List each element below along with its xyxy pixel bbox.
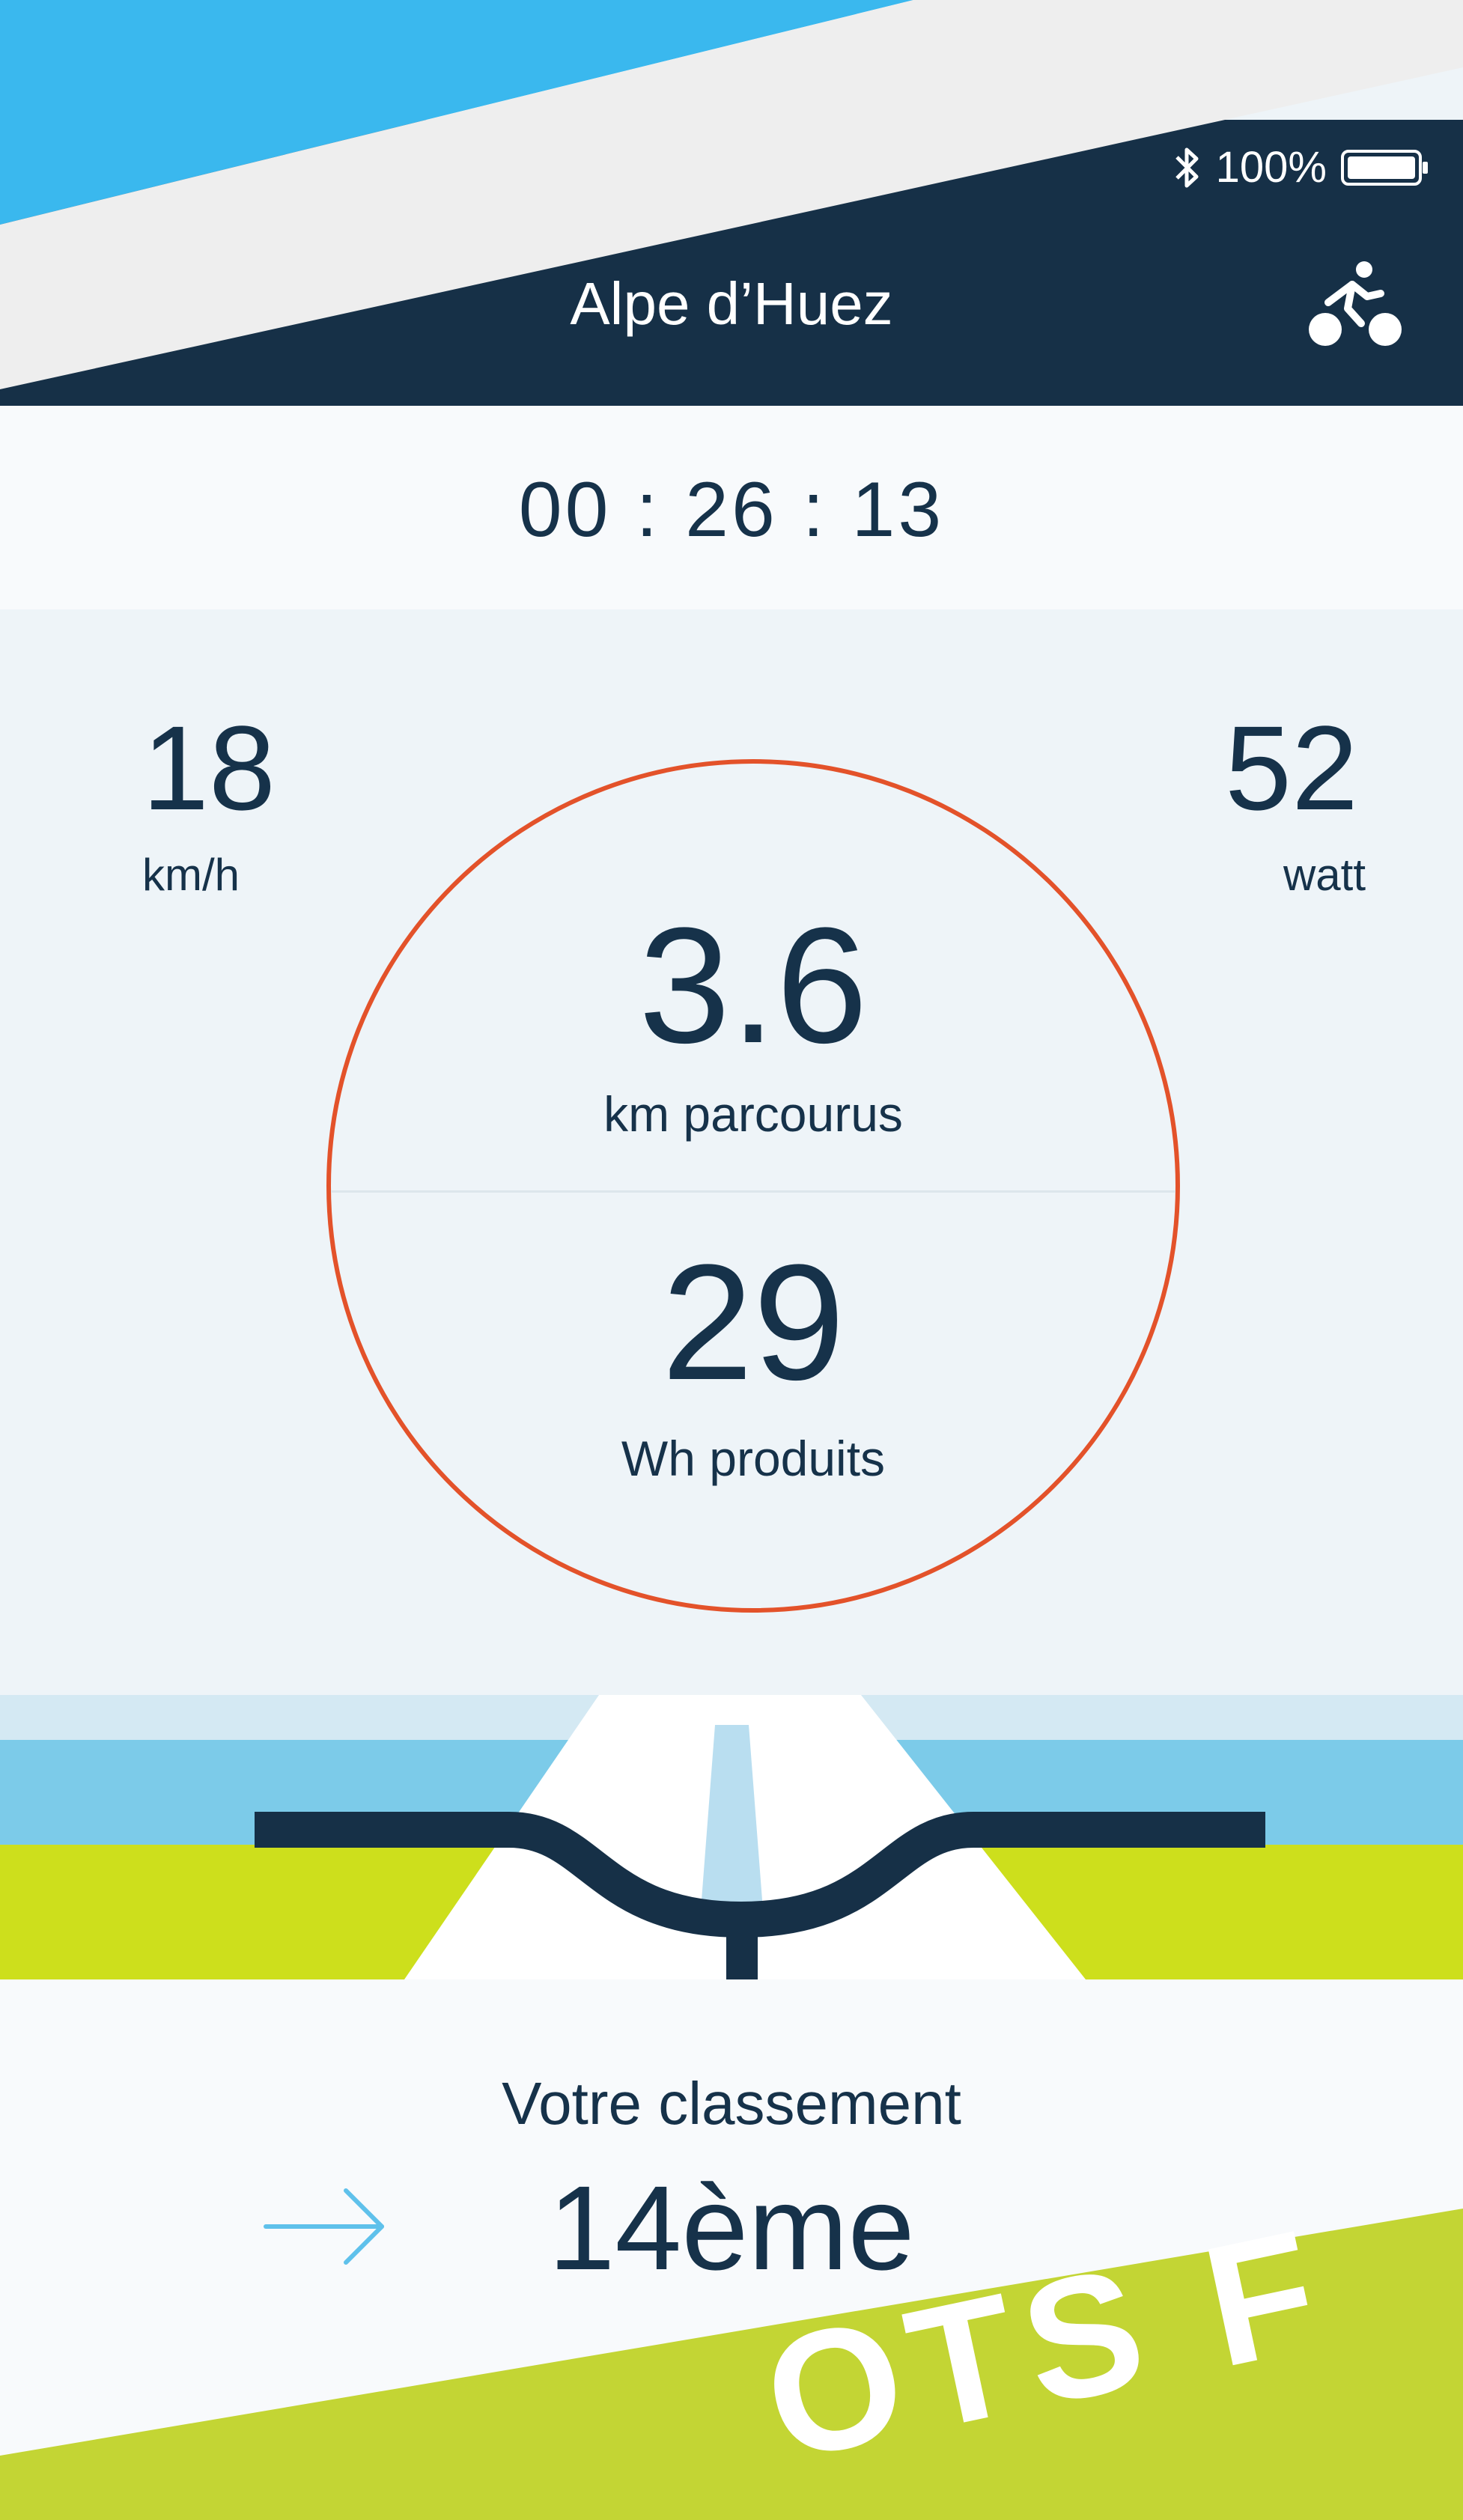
cyclist-icon[interactable]: [1306, 255, 1403, 352]
nav-bar: Alpe d’Huez: [0, 210, 1463, 406]
energy-value: 29: [661, 1230, 845, 1414]
stats-gauge: 3.6 km parcourus 29 Wh produits: [326, 759, 1180, 1613]
status-indicators: 100%: [1172, 142, 1430, 192]
bluetooth-icon: [1175, 147, 1199, 187]
page-title: Alpe d’Huez: [570, 270, 893, 337]
timer-band: 00 : 26 : 13: [0, 406, 1463, 612]
battery-percent: 100%: [1215, 143, 1327, 192]
distance-unit: km parcourus: [603, 1086, 903, 1142]
elapsed-timer: 00 : 26 : 13: [518, 466, 945, 553]
ranking-label: Votre classement: [502, 2070, 961, 2137]
distance-value: 3.6: [639, 893, 868, 1077]
power-value: 52: [1225, 701, 1358, 835]
metrics-panel: 18 km/h 52 watt 3.6 km parcourus 29 Wh p…: [0, 609, 1463, 1695]
speed-unit: km/h: [142, 850, 240, 900]
status-time: AM: [674, 146, 737, 191]
gauge-divider: [331, 1190, 1175, 1193]
power-unit: watt: [1283, 850, 1366, 900]
energy-unit: Wh produits: [621, 1431, 886, 1486]
speed-value: 18: [142, 701, 276, 835]
app-screen: AM 100% Alpe d’Huez 00 : 26 : 13 18 km/h…: [0, 0, 1463, 2520]
road-illustration: [0, 1695, 1463, 1979]
status-bar: AM 100%: [0, 120, 1463, 210]
battery-icon: [1341, 149, 1428, 186]
